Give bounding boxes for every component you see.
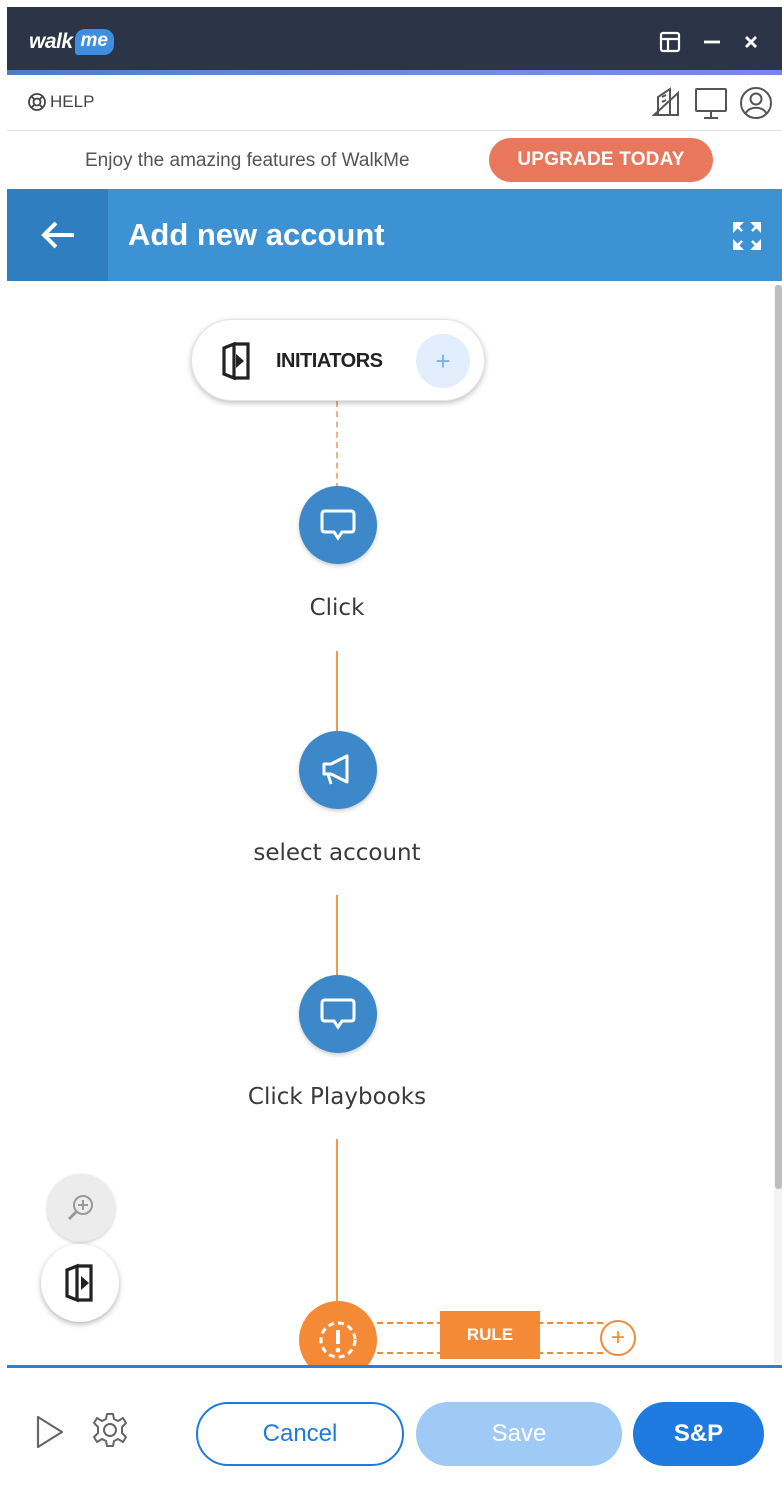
connector-line bbox=[336, 1139, 338, 1303]
rule-node[interactable] bbox=[299, 1301, 377, 1365]
arrow-left-icon bbox=[40, 221, 74, 249]
upgrade-today-button[interactable]: UPGRADE TODAY bbox=[489, 138, 713, 182]
upgrade-banner: Enjoy the amazing features of WalkMe UPG… bbox=[7, 131, 782, 189]
megaphone-icon bbox=[322, 754, 349, 785]
flow-canvas[interactable]: INITIATORS + Click select account Click … bbox=[7, 281, 782, 1365]
save-and-publish-button[interactable]: S&P bbox=[633, 1402, 764, 1466]
expand-icon[interactable] bbox=[730, 219, 764, 253]
rule-alert-icon bbox=[319, 1321, 357, 1359]
step-label: select account bbox=[253, 840, 421, 866]
title-bar: walk me bbox=[7, 7, 782, 75]
zoom-in-button[interactable] bbox=[47, 1174, 115, 1242]
initiators-label: INITIATORS bbox=[276, 350, 383, 372]
door-enter-icon bbox=[222, 341, 250, 381]
speech-bubble-icon bbox=[320, 998, 356, 1030]
scrollbar-thumb[interactable] bbox=[775, 285, 782, 1189]
help-link[interactable]: HELP bbox=[27, 92, 94, 112]
rule-label[interactable]: RULE bbox=[440, 1311, 540, 1359]
step-node-click-playbooks[interactable] bbox=[299, 975, 377, 1053]
back-button[interactable] bbox=[7, 189, 108, 281]
play-icon[interactable] bbox=[35, 1414, 65, 1450]
step-node-select-account[interactable] bbox=[299, 731, 377, 809]
gear-icon[interactable] bbox=[90, 1410, 130, 1450]
help-label: HELP bbox=[50, 92, 95, 111]
page-header: Add new account bbox=[7, 189, 782, 281]
exit-flow-button[interactable] bbox=[41, 1244, 119, 1322]
connector-line bbox=[336, 651, 338, 731]
door-exit-icon bbox=[65, 1263, 93, 1303]
step-label: Click bbox=[309, 595, 365, 621]
add-rule-branch-button[interactable]: + bbox=[600, 1320, 636, 1356]
add-initiator-button[interactable]: + bbox=[416, 334, 470, 388]
upgrade-message: Enjoy the amazing features of WalkMe bbox=[85, 150, 410, 171]
help-bar: HELP bbox=[7, 75, 782, 131]
zoom-in-icon bbox=[67, 1195, 93, 1221]
gallery-icon[interactable] bbox=[648, 85, 684, 121]
page-title: Add new account bbox=[128, 217, 385, 252]
connector-dashed bbox=[336, 401, 338, 489]
footer-bar: Cancel Save S&P bbox=[7, 1365, 782, 1486]
walkme-logo: walk me bbox=[29, 27, 114, 57]
step-node-click[interactable] bbox=[299, 486, 377, 564]
layout-icon[interactable] bbox=[657, 29, 683, 55]
canvas-scrollbar[interactable] bbox=[774, 285, 782, 1363]
lifebuoy-icon bbox=[28, 93, 46, 111]
monitor-icon[interactable] bbox=[692, 85, 730, 121]
save-button[interactable]: Save bbox=[416, 1402, 622, 1466]
close-icon[interactable] bbox=[738, 29, 764, 55]
initiators-node[interactable]: INITIATORS + bbox=[191, 319, 485, 401]
minimize-icon[interactable] bbox=[699, 29, 725, 55]
cancel-button[interactable]: Cancel bbox=[196, 1402, 404, 1466]
connector-line bbox=[336, 895, 338, 975]
speech-bubble-icon bbox=[320, 509, 356, 541]
step-label: Click Playbooks bbox=[247, 1084, 427, 1110]
user-icon[interactable] bbox=[738, 85, 774, 121]
